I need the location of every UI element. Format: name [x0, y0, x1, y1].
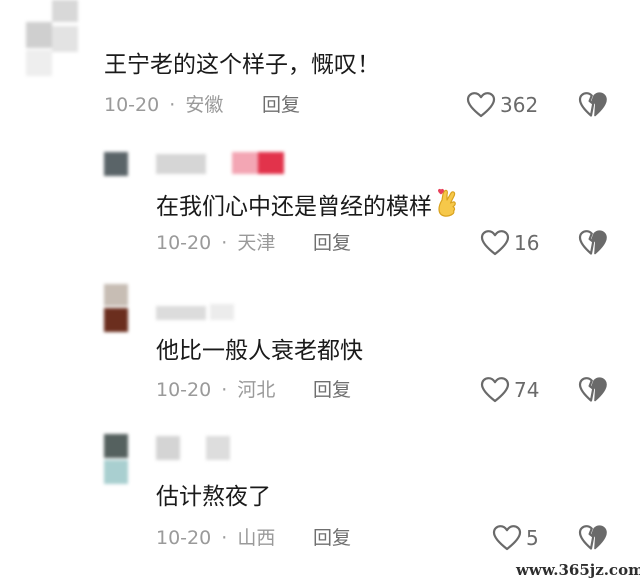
heart-outline-icon[interactable] — [480, 229, 510, 257]
comment-text: 在我们心中还是曾经的模样 — [156, 186, 460, 226]
meta-separator: · — [221, 232, 228, 254]
comment-date: 10-20 — [156, 379, 212, 401]
avatar[interactable] — [104, 284, 128, 332]
avatar[interactable] — [0, 0, 80, 80]
reply-button[interactable]: 回复 — [262, 93, 300, 117]
comment-meta: 10-20 · 天津 — [156, 231, 275, 255]
broken-heart-icon[interactable] — [578, 524, 608, 552]
comment-text-body: 在我们心中还是曾经的模样 — [156, 194, 432, 220]
like-count: 16 — [514, 231, 540, 255]
comment-location: 河北 — [237, 379, 276, 401]
comment-text: 估计熬夜了 — [156, 484, 271, 510]
comment-meta: 10-20 · 安徽 — [104, 93, 223, 117]
username — [156, 436, 236, 462]
reply-button[interactable]: 回复 — [313, 526, 351, 550]
heart-outline-icon[interactable] — [480, 376, 510, 404]
heart-outline-icon[interactable] — [492, 524, 522, 552]
heart-outline-icon[interactable] — [466, 91, 496, 119]
like-count: 5 — [526, 526, 539, 550]
broken-heart-icon[interactable] — [578, 229, 608, 257]
broken-heart-icon[interactable] — [578, 376, 608, 404]
like-count: 362 — [500, 93, 539, 117]
comment-meta: 10-20 · 河北 — [156, 378, 275, 402]
comment-text: 他比一般人衰老都快 — [156, 338, 363, 364]
meta-separator: · — [221, 379, 228, 401]
comment-date: 10-20 — [104, 94, 160, 116]
avatar[interactable] — [104, 152, 128, 176]
comment-location: 安徽 — [185, 94, 224, 116]
reply-button[interactable]: 回复 — [313, 378, 351, 402]
comment-location: 山西 — [237, 527, 276, 549]
comment-text: 王宁老的这个样子，慨叹！ — [104, 52, 380, 78]
avatar[interactable] — [104, 434, 128, 484]
meta-separator: · — [169, 94, 176, 116]
username — [156, 300, 246, 322]
comment-date: 10-20 — [156, 527, 212, 549]
username — [156, 152, 286, 176]
watermark: www.365jz.com — [516, 561, 640, 579]
fingers-crossed-emoji — [434, 186, 460, 226]
meta-separator: · — [221, 527, 228, 549]
like-count: 74 — [514, 378, 540, 402]
reply-button[interactable]: 回复 — [313, 231, 351, 255]
comment-date: 10-20 — [156, 232, 212, 254]
comment-thread: 王宁老的这个样子，慨叹！ 10-20 · 安徽 回复 362 在我们心中还是曾经… — [0, 0, 640, 583]
comment-location: 天津 — [237, 232, 276, 254]
broken-heart-icon[interactable] — [578, 91, 608, 119]
comment-meta: 10-20 · 山西 — [156, 526, 275, 550]
